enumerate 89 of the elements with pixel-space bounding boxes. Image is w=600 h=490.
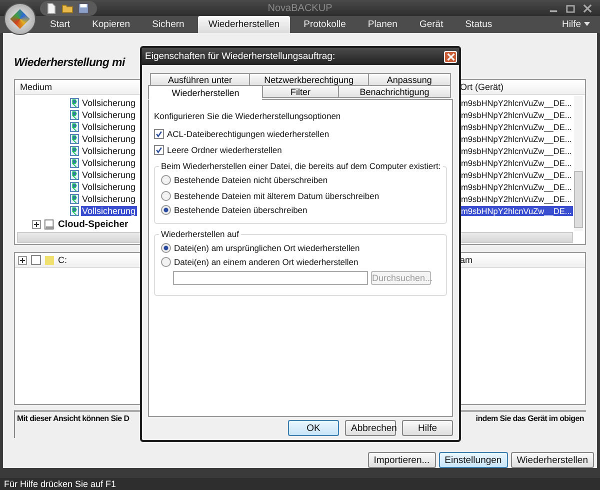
radio-label[interactable]: Bestehende Dateien mit älterem Datum überschreiben [174, 191, 380, 201]
dialog-button[interactable]: Abbrechen [345, 420, 396, 436]
action-button[interactable]: Importieren... [368, 452, 436, 468]
ribbon-tab[interactable]: Status [457, 16, 500, 33]
backup-name[interactable]: Vollsicherung [81, 146, 137, 156]
backup-location[interactable]: m9sbHNpY2hlcnVuZw__DE... [460, 134, 573, 144]
close-button[interactable] [444, 50, 457, 62]
backup-file-icon [70, 98, 79, 108]
backup-name[interactable]: Vollsicherung [81, 194, 137, 204]
radio-label[interactable]: Datei(en) am ursprünglichen Ort wiederherstellen [174, 243, 360, 253]
group-legend: Beim Wiederherstellen einer Datei, die bereits auf dem Computer existiert: [159, 161, 443, 171]
backup-location[interactable]: m9sbHNpY2hlcnVuZw__DE... [460, 98, 573, 108]
ribbon-tab[interactable]: Planen [360, 16, 406, 33]
status-text: Für Hilfe drücken Sie auf F1 [4, 479, 116, 489]
radio-label[interactable]: Datei(en) an einem anderen Ort wiederherstellen [174, 257, 358, 267]
checkbox[interactable] [154, 145, 164, 155]
ribbon-tab[interactable]: Kopieren [84, 16, 138, 33]
backup-file-icon [70, 134, 79, 144]
tree-item[interactable]: Cloud-Speicher [58, 218, 128, 230]
action-button[interactable]: Einstellungen [438, 452, 508, 468]
dialog-tab[interactable]: Ausführen unter [150, 73, 250, 86]
dialog-button[interactable]: Hilfe [402, 420, 453, 436]
backup-file-icon [70, 182, 79, 192]
backup-name[interactable]: Vollsicherung [81, 182, 137, 192]
ribbon-tab[interactable]: Sichern [144, 16, 192, 33]
dialog-tab[interactable]: Benachrichtigung [338, 85, 451, 98]
expand-button[interactable] [18, 256, 27, 264]
page-heading: Wiederherstellung mi [14, 57, 125, 71]
backup-name[interactable]: Vollsicherung [81, 134, 137, 144]
radio-label[interactable]: Bestehende Dateien nicht überschreiben [174, 175, 328, 185]
backup-location[interactable]: m9sbHNpY2hlcnVuZw__DE... [460, 182, 573, 192]
column-header: Medium [19, 82, 52, 92]
backup-location[interactable]: m9sbHNpY2hlcnVuZw__DE... [460, 110, 573, 120]
save-icon[interactable] [78, 2, 89, 14]
dialog-tab[interactable]: Wiederherstellen [148, 85, 262, 100]
vertical-scrollbar[interactable] [574, 96, 583, 231]
backup-name[interactable]: Vollsicherung [81, 122, 137, 132]
checkbox[interactable] [154, 129, 164, 139]
path-field[interactable] [173, 271, 368, 285]
ribbon-tab[interactable]: Protokolle [296, 16, 354, 33]
checkbox-label[interactable]: Leere Ordner wiederherstellen [167, 145, 282, 155]
backup-file-icon [70, 158, 79, 168]
caret-icon [584, 22, 590, 26]
backup-location[interactable]: m9sbHNpY2hlcnVuZw__DE... [460, 194, 573, 204]
backup-name[interactable]: Vollsicherung [81, 98, 137, 108]
checkbox-label[interactable]: ACL-Dateiberechtigungen wiederherstellen [167, 129, 330, 139]
backup-name[interactable]: Vollsicherung [81, 158, 137, 168]
radio-button[interactable] [161, 191, 171, 201]
backup-location[interactable]: m9sbHNpY2hlcnVuZw__DE... [460, 170, 573, 180]
radio-label[interactable]: Bestehende Dateien überschreiben [174, 205, 308, 215]
tree-item[interactable]: C: [58, 255, 67, 265]
dialog-button[interactable]: OK [288, 420, 339, 436]
expand-button[interactable] [32, 220, 41, 228]
backup-location[interactable]: m9sbHNpY2hlcnVuZw__DE... [460, 122, 573, 132]
radio-button[interactable] [161, 205, 171, 215]
dialog-tab[interactable]: Anpassung [368, 73, 452, 86]
backup-name[interactable]: Vollsicherung [81, 170, 137, 180]
info-text: indem Sie das Gerät im obigen [476, 414, 584, 425]
backup-file-icon [70, 146, 79, 156]
backup-file-icon [70, 110, 79, 120]
backup-name[interactable]: Vollsicherung [81, 110, 137, 120]
radio-button[interactable] [161, 175, 171, 185]
checkbox[interactable] [31, 255, 41, 265]
dialog-tab[interactable]: Filter [262, 85, 338, 98]
backup-file-icon [70, 122, 79, 132]
radio-button[interactable] [161, 257, 171, 267]
info-text: Mit dieser Ansicht können Sie D [17, 414, 130, 425]
group-legend: Wiederherstellen auf [159, 229, 241, 239]
backup-name[interactable]: Vollsicherung [81, 206, 137, 216]
intro-text: Konfigurieren Sie die Wiederherstellungsoptionen [154, 111, 342, 121]
dialog-title: Eigenschaften für Wiederherstellungsauftrag: [145, 51, 336, 62]
backup-location[interactable]: m9sbHNpY2hlcnVuZw__DE... [460, 158, 573, 168]
dialog-tab[interactable]: Netzwerkberechtigung [249, 73, 368, 86]
backup-location[interactable]: m9sbHNpY2hlcnVuZw__DE... [460, 146, 573, 156]
ribbon-tab[interactable]: Wiederherstellen [198, 16, 290, 33]
ribbon-tab[interactable]: Gerät [411, 16, 452, 33]
backup-location[interactable]: m9sbHNpY2hlcnVuZw__DE... [460, 206, 573, 216]
backup-file-icon [70, 206, 79, 216]
backup-file-icon [70, 170, 79, 180]
maximize-icon[interactable] [566, 4, 575, 12]
drive-icon [44, 218, 55, 230]
radio-button[interactable] [161, 243, 171, 253]
close-icon[interactable] [583, 4, 592, 12]
document-icon[interactable] [46, 2, 57, 14]
backup-file-icon [70, 194, 79, 204]
window-title: NovaBACKUP [268, 2, 332, 14]
action-button[interactable]: Wiederherstellen [510, 452, 594, 468]
ribbon-tab[interactable]: Start [42, 16, 78, 33]
help-menu[interactable]: Hilfe [556, 18, 596, 31]
